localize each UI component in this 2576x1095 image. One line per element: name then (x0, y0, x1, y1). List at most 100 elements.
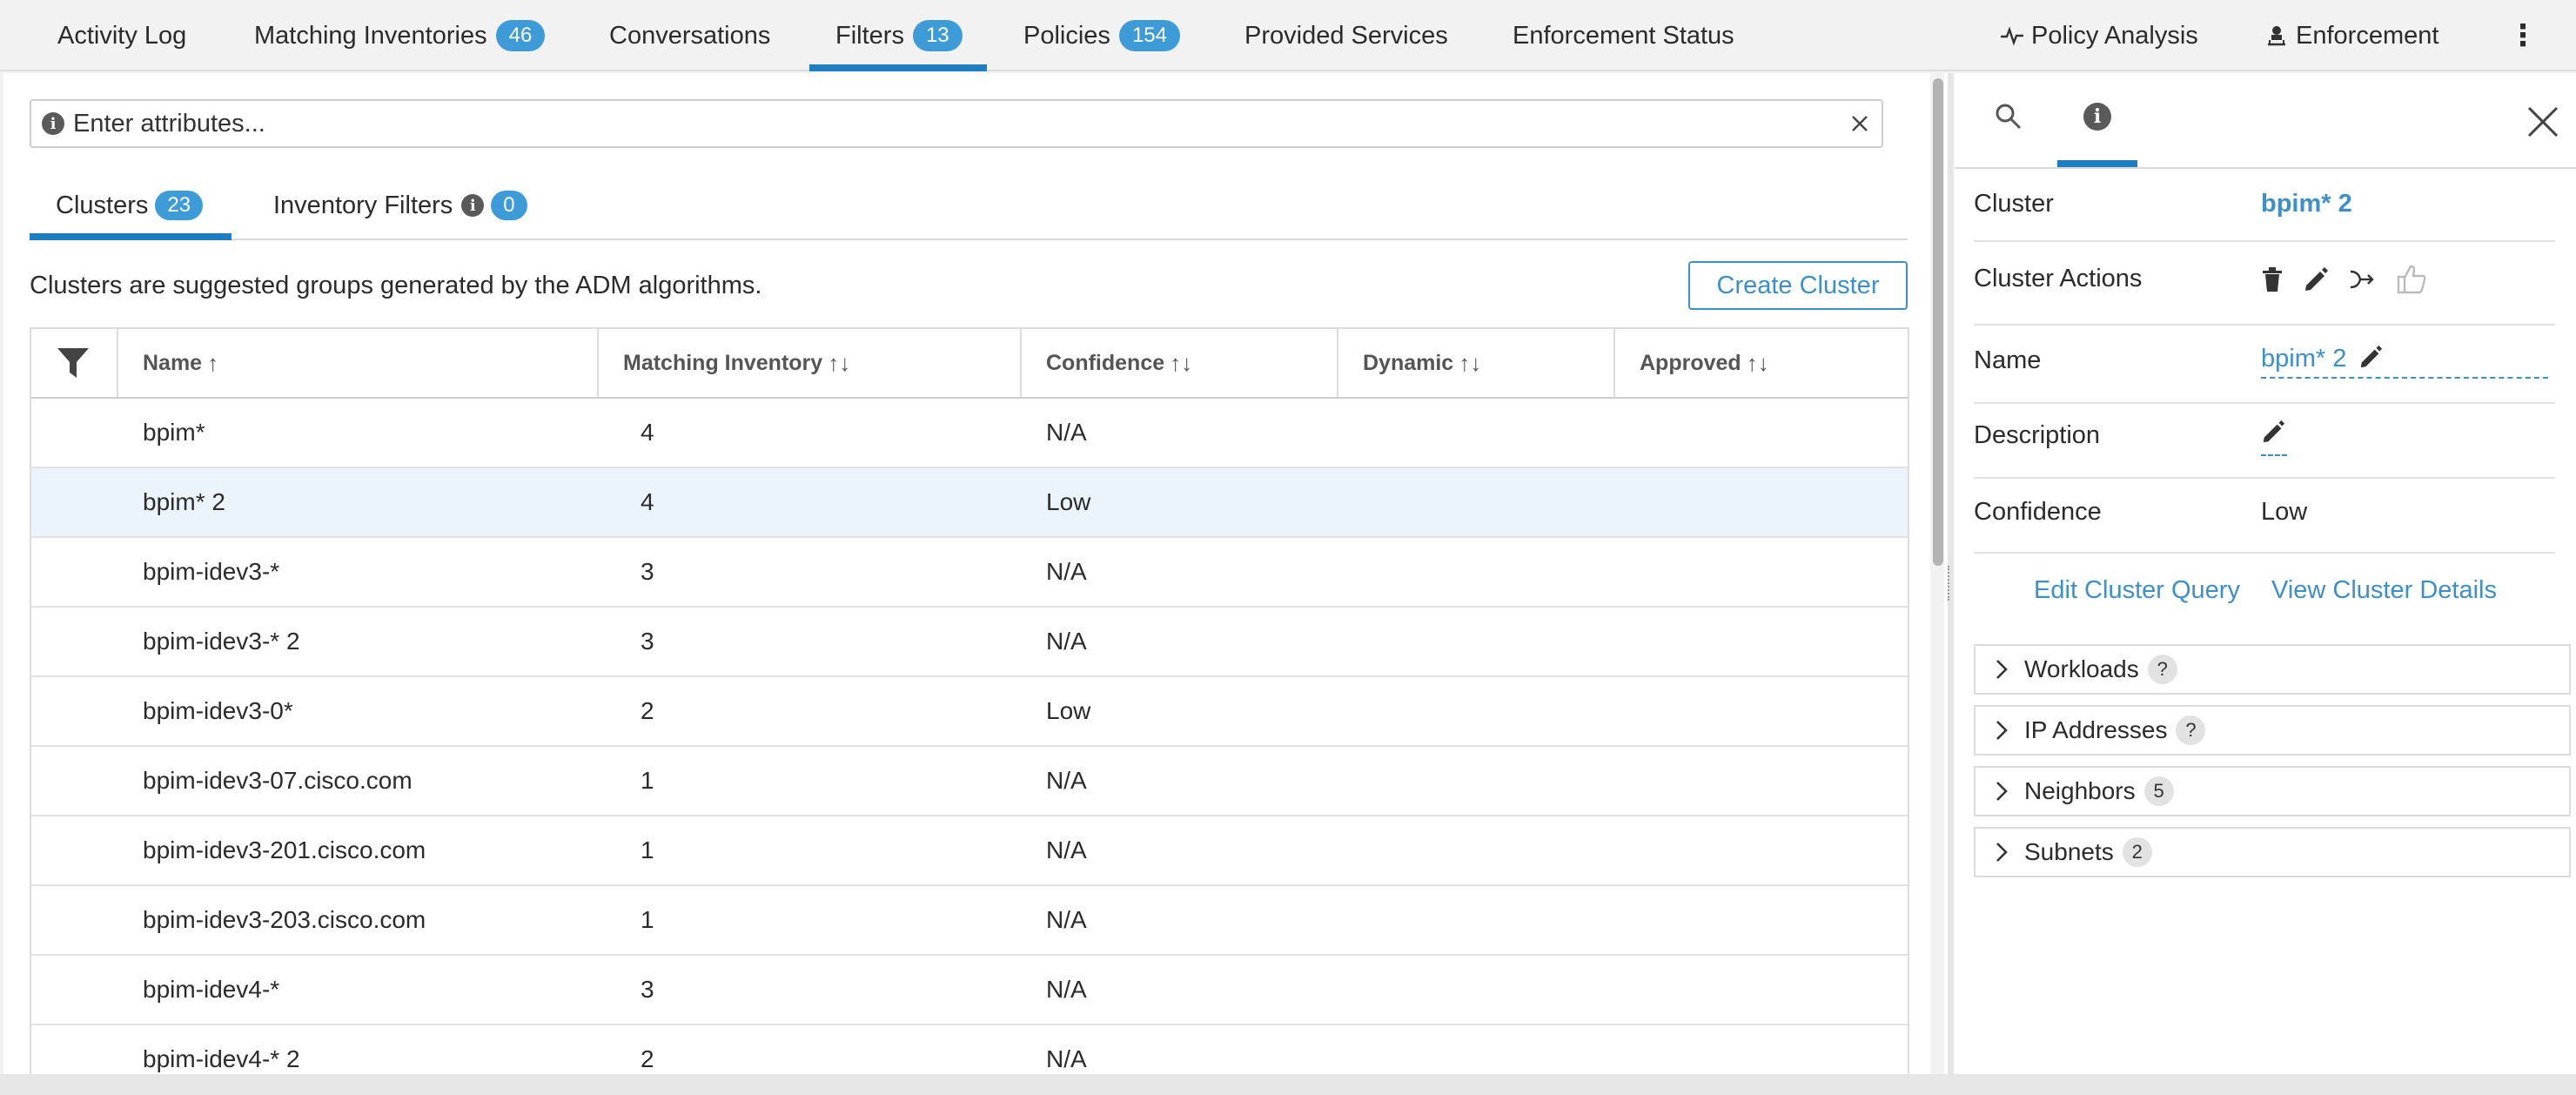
section-label: IP Addresses (2024, 716, 2168, 743)
cell-matching-inventory: 2 (641, 697, 654, 724)
enforcement-button[interactable]: Enforcement (2264, 0, 2438, 71)
cluster-label: Cluster (1974, 190, 2054, 218)
table-row[interactable]: bpim* 4 N/A (31, 399, 1908, 468)
details-tabs: i (1955, 73, 2576, 169)
description-label: Description (1974, 421, 2101, 449)
filter-icon (57, 348, 89, 378)
cell-matching-inventory: 4 (641, 488, 654, 515)
header-label: Approved (1640, 350, 1741, 375)
more-menu-icon[interactable]: ⋮ (2508, 0, 2538, 71)
cluster-value-link[interactable]: bpim* 2 (2261, 190, 2352, 218)
close-icon[interactable] (2526, 104, 2560, 139)
table-row[interactable]: bpim-idev3-201.cisco.com 1 N/A (31, 816, 1908, 886)
tab-label: Conversations (609, 21, 771, 50)
cluster-row: Cluster bpim* 2 (1974, 169, 2555, 242)
table-row-selected[interactable]: bpim* 2 4 Low (31, 468, 1908, 538)
name-editable[interactable]: bpim* 2 (2261, 345, 2548, 379)
cluster-actions-label: Cluster Actions (1974, 265, 2143, 292)
merge-icon[interactable] (2348, 268, 2376, 291)
header-label: Confidence (1046, 350, 1165, 375)
more-glyph: ⋮ (2508, 19, 2538, 52)
enforcement-icon (2268, 26, 2285, 46)
cell-confidence: N/A (1046, 419, 1087, 446)
column-header-approved[interactable]: Approved ↑↓ (1615, 329, 1908, 397)
info-icon: i (2083, 103, 2111, 131)
workloads-section[interactable]: Workloads ? (1974, 644, 2571, 695)
pulse-icon (2001, 26, 2023, 46)
clear-icon[interactable] (1850, 114, 1869, 133)
subnets-section[interactable]: Subnets 2 (1974, 827, 2571, 877)
cluster-actions-row: Cluster Actions (1974, 242, 2555, 326)
approve-thumbs-up-icon[interactable] (2395, 263, 2428, 296)
edit-cluster-query-link[interactable]: Edit Cluster Query (2034, 576, 2240, 604)
table-row[interactable]: bpim-idev3-* 2 3 N/A (31, 608, 1908, 677)
sort-icon: ↑↓ (1170, 349, 1193, 376)
cell-name: bpim* 2 (143, 488, 225, 515)
subtab-clusters[interactable]: Clusters 23 (56, 171, 204, 240)
description-edit-button[interactable] (2261, 420, 2287, 456)
subtab-inventory-filters[interactable]: Inventory Filters i 0 (273, 171, 527, 240)
tab-filters[interactable]: Filters 13 (835, 0, 963, 71)
table-row[interactable]: bpim-idev3-07.cisco.com 1 N/A (31, 747, 1908, 816)
edit-pencil-icon[interactable] (2303, 266, 2329, 292)
table-row[interactable]: bpim-idev3-* 3 N/A (31, 538, 1908, 608)
count-badge: 46 (495, 20, 546, 51)
table-row[interactable]: bpim-idev3-203.cisco.com 1 N/A (31, 886, 1908, 956)
cell-name: bpim-idev3-201.cisco.com (143, 836, 426, 863)
ip-addresses-section[interactable]: IP Addresses ? (1974, 705, 2571, 756)
column-header-confidence[interactable]: Confidence ↑↓ (1022, 329, 1338, 397)
cell-matching-inventory: 1 (641, 767, 654, 794)
cell-confidence: N/A (1046, 558, 1087, 585)
cell-name: bpim-idev3-203.cisco.com (143, 906, 426, 933)
table-row[interactable]: bpim-idev4-* 2 2 N/A (31, 1025, 1908, 1076)
name-row: Name bpim* 2 (1974, 326, 2555, 404)
sort-asc-icon: ↑ (207, 349, 219, 376)
filter-column-button[interactable] (31, 329, 118, 397)
cluster-subtabs: Clusters 23 Inventory Filters i 0 (30, 171, 1908, 240)
policy-analysis-button[interactable]: Policy Analysis (2000, 0, 2198, 71)
info-icon: i (461, 194, 485, 217)
subtab-label: Clusters (56, 191, 149, 219)
cell-confidence: N/A (1046, 767, 1087, 794)
cell-matching-inventory: 2 (641, 1045, 654, 1072)
splitter-grip-icon[interactable] (1948, 566, 1953, 601)
table-row[interactable]: bpim-idev3-0* 2 Low (31, 677, 1908, 747)
header-label: Name (143, 350, 203, 375)
delete-icon[interactable] (2261, 265, 2284, 293)
count-badge: 13 (912, 20, 963, 51)
table-row[interactable]: bpim-idev4-* 3 N/A (31, 956, 1908, 1025)
cell-name: bpim-idev3-07.cisco.com (143, 767, 413, 794)
column-header-matching-inventory[interactable]: Matching Inventory ↑↓ (599, 329, 1022, 397)
scrollbar-thumb[interactable] (1933, 78, 1943, 566)
tab-label: Enforcement Status (1513, 21, 1734, 50)
tab-label: Activity Log (57, 21, 187, 50)
column-header-name[interactable]: Name ↑ (118, 329, 599, 397)
section-label: Neighbors (2024, 777, 2136, 804)
tab-label: Policies (1023, 21, 1110, 50)
count-badge: 0 (491, 191, 527, 220)
count-badge: ? (2176, 715, 2206, 745)
description-row: Description (1974, 404, 2555, 479)
create-cluster-button[interactable]: Create Cluster (1688, 261, 1908, 310)
tab-activity-log[interactable]: Activity Log (57, 0, 186, 71)
tab-policies[interactable]: Policies 154 (1023, 0, 1180, 71)
tab-enforcement-status[interactable]: Enforcement Status (1513, 0, 1734, 71)
tab-provided-services[interactable]: Provided Services (1244, 0, 1448, 71)
sort-icon: ↑↓ (1459, 349, 1482, 376)
view-cluster-details-link[interactable]: View Cluster Details (2271, 576, 2497, 604)
neighbors-section[interactable]: Neighbors 5 (1974, 766, 2571, 816)
tab-label: Matching Inventories (254, 21, 487, 50)
clusters-table: Name ↑ Matching Inventory ↑↓ Confidence ↑↓ … (30, 327, 1909, 1076)
tab-search[interactable] (1991, 99, 2026, 134)
tab-matching-inventories[interactable]: Matching Inventories 46 (254, 0, 546, 71)
tab-info[interactable]: i (2080, 99, 2115, 134)
edit-pencil-icon (2263, 420, 2285, 443)
tab-conversations[interactable]: Conversations (609, 0, 770, 71)
cell-matching-inventory: 3 (641, 558, 654, 585)
chevron-right-icon (1996, 660, 2008, 679)
attribute-search: i (30, 99, 1883, 148)
cell-confidence: N/A (1046, 976, 1087, 1003)
column-header-dynamic[interactable]: Dynamic ↑↓ (1338, 329, 1615, 397)
cell-confidence: N/A (1046, 1045, 1087, 1072)
attribute-search-input[interactable] (64, 109, 1850, 138)
